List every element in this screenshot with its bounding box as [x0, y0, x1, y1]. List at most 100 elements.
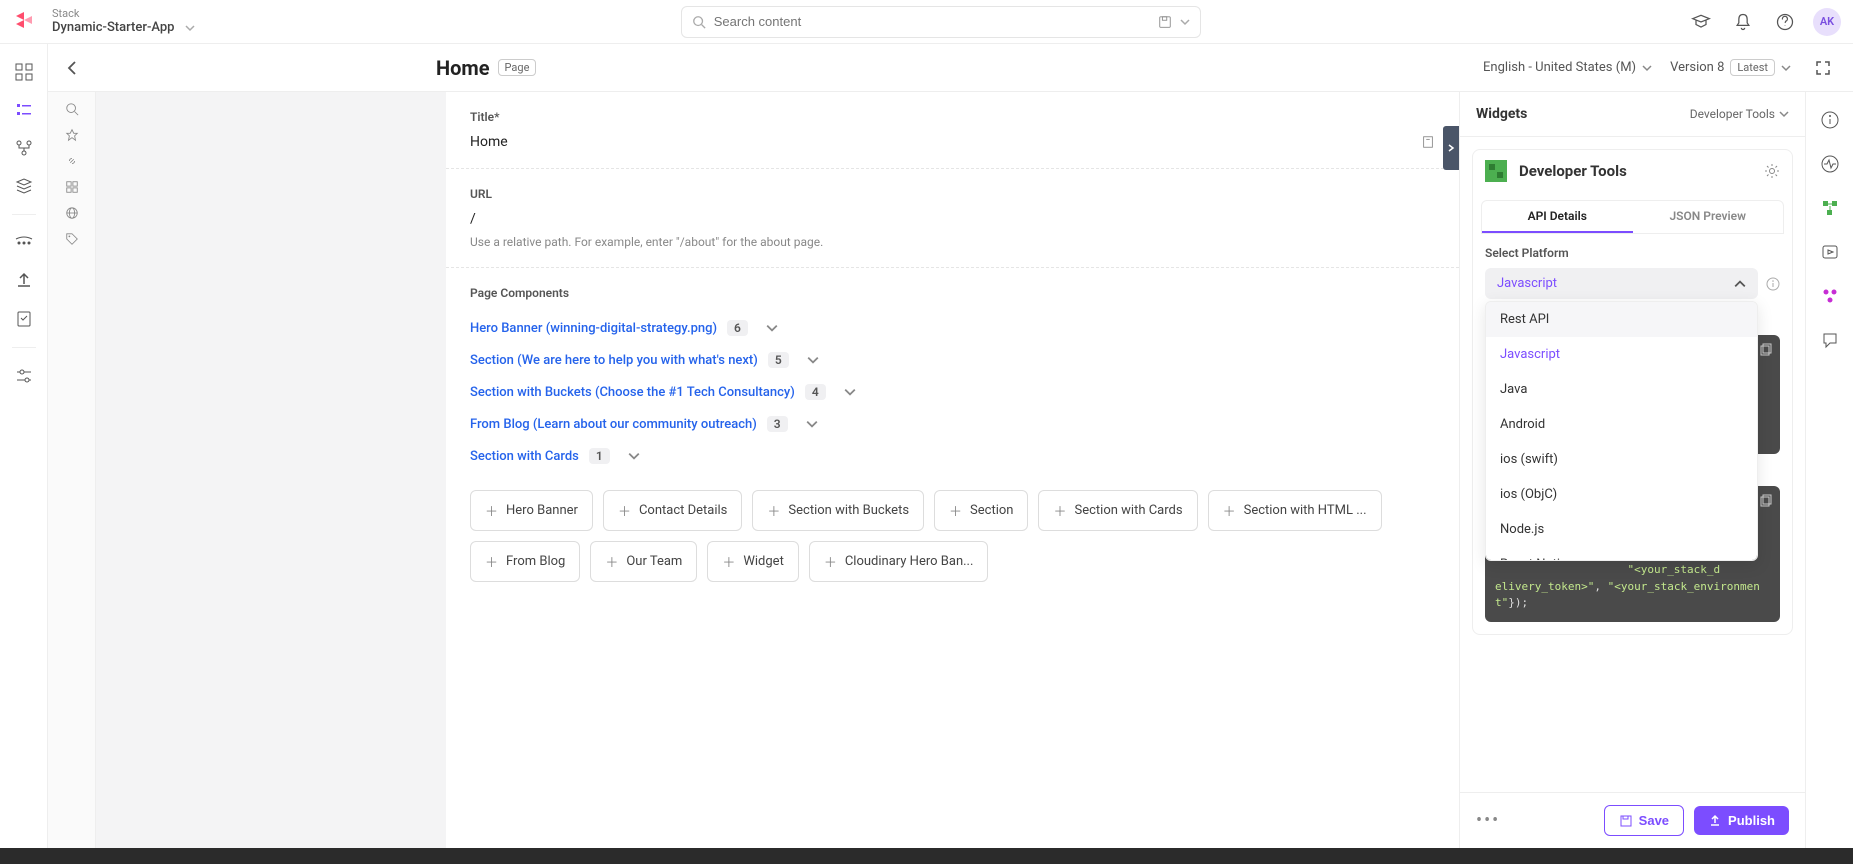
avatar[interactable]: AK [1813, 8, 1841, 36]
component-row[interactable]: From Blog (Learn about our community out… [470, 408, 1435, 440]
component-name[interactable]: From Blog (Learn about our community out… [470, 417, 757, 432]
info-icon[interactable] [1766, 277, 1780, 291]
nav-entries[interactable] [8, 94, 40, 126]
chevron-down-icon[interactable] [806, 418, 818, 430]
version-selector[interactable]: Version 8 Latest [1670, 59, 1791, 76]
extensions-icon[interactable] [1814, 280, 1846, 312]
platform-label: Select Platform [1485, 246, 1780, 260]
platform-option[interactable]: Rest API [1486, 302, 1757, 337]
platform-dropdown: Rest APIJavascriptJavaAndroidios (swift)… [1485, 301, 1758, 561]
component-row[interactable]: Section with Cards 1 [470, 440, 1435, 472]
nav-tasks[interactable] [8, 303, 40, 335]
publish-icon [1708, 814, 1722, 828]
add-component-button[interactable]: ＋Cloudinary Hero Ban... [809, 541, 989, 582]
widget-selector[interactable]: Developer Tools [1690, 107, 1789, 121]
link-icon[interactable] [65, 154, 79, 168]
component-row[interactable]: Hero Banner (winning-digital-strategy.pn… [470, 312, 1435, 344]
add-button-label: Hero Banner [506, 503, 578, 518]
more-actions[interactable]: ••• [1476, 810, 1500, 831]
platform-option[interactable]: ios (ObjC) [1486, 477, 1757, 512]
platform-select[interactable]: Javascript Rest APIJavascriptJavaAndroid… [1485, 268, 1758, 299]
help-icon[interactable] [1771, 8, 1799, 36]
back-button[interactable] [64, 59, 82, 77]
add-component-button[interactable]: ＋Section with Buckets [752, 490, 924, 531]
platform-option[interactable]: React Native [1486, 547, 1757, 561]
add-button-label: Contact Details [639, 503, 727, 518]
learn-icon[interactable] [1687, 8, 1715, 36]
platform-option[interactable]: ios (swift) [1486, 442, 1757, 477]
platform-option[interactable]: Java [1486, 372, 1757, 407]
url-field-value[interactable]: / [470, 211, 1435, 227]
add-component-button[interactable]: ＋Our Team [590, 541, 697, 582]
nav-settings[interactable] [8, 360, 40, 392]
copy-icon[interactable] [1758, 343, 1772, 357]
platform-option[interactable]: Javascript [1486, 337, 1757, 372]
platform-option[interactable]: Node.js [1486, 512, 1757, 547]
comments-icon[interactable] [1814, 324, 1846, 356]
field-action-icon[interactable] [1421, 135, 1435, 149]
copy-icon[interactable] [1758, 494, 1772, 508]
component-row[interactable]: Section (We are here to help you with wh… [470, 344, 1435, 376]
add-component-button[interactable]: ＋Section with Cards [1038, 490, 1197, 531]
component-row[interactable]: Section with Buckets (Choose the #1 Tech… [470, 376, 1435, 408]
search-input[interactable] [714, 14, 1150, 29]
preview-icon[interactable] [1814, 236, 1846, 268]
widget-panel: Widgets Developer Tools Developer Tools [1459, 92, 1805, 848]
nav-branches[interactable] [8, 132, 40, 164]
grid-icon[interactable] [65, 180, 79, 194]
tab-api-details[interactable]: API Details [1482, 201, 1633, 233]
plus-icon: ＋ [722, 552, 735, 571]
fullscreen-icon[interactable] [1809, 54, 1837, 82]
chevron-down-icon [1781, 63, 1791, 73]
bell-icon[interactable] [1729, 8, 1757, 36]
disk-icon[interactable] [1158, 15, 1172, 29]
component-name[interactable]: Hero Banner (winning-digital-strategy.pn… [470, 321, 717, 336]
activity-icon[interactable] [1814, 148, 1846, 180]
add-component-button[interactable]: ＋Contact Details [603, 490, 742, 531]
chevron-down-icon[interactable] [766, 322, 778, 334]
publish-button[interactable]: Publish [1694, 806, 1789, 835]
add-component-button[interactable]: ＋Hero Banner [470, 490, 593, 531]
chevron-down-icon [1779, 109, 1789, 119]
plus-icon: ＋ [605, 552, 618, 571]
component-name[interactable]: Section with Cards [470, 449, 579, 464]
globe-icon[interactable] [65, 206, 79, 220]
title-field-label: Title* [470, 110, 1435, 124]
add-button-label: Section with Cards [1075, 503, 1183, 518]
save-icon [1619, 814, 1633, 828]
save-button[interactable]: Save [1604, 805, 1684, 836]
add-component-button[interactable]: ＋Section [934, 490, 1028, 531]
nav-releases[interactable] [8, 227, 40, 259]
search-icon[interactable] [65, 102, 79, 116]
add-component-button[interactable]: ＋From Blog [470, 541, 580, 582]
locale-selector[interactable]: English - United States (M) [1483, 60, 1652, 75]
nav-stack[interactable] [8, 170, 40, 202]
platform-option[interactable]: Android [1486, 407, 1757, 442]
stack-label: Stack [52, 7, 195, 20]
collapse-panel-button[interactable] [1443, 126, 1459, 170]
search-bar[interactable] [681, 6, 1201, 38]
nav-publish[interactable] [8, 265, 40, 297]
gear-icon[interactable] [1764, 163, 1780, 179]
component-name[interactable]: Section with Buckets (Choose the #1 Tech… [470, 385, 795, 400]
component-name[interactable]: Section (We are here to help you with wh… [470, 353, 758, 368]
bottom-bar [0, 848, 1853, 864]
tab-json-preview[interactable]: JSON Preview [1633, 201, 1784, 233]
stack-selector[interactable]: Stack Dynamic-Starter-App [52, 7, 195, 36]
star-icon[interactable] [65, 128, 79, 142]
component-count: 6 [727, 320, 748, 336]
chevron-down-icon[interactable] [628, 450, 640, 462]
tag-icon[interactable] [65, 232, 79, 246]
url-field-label: URL [470, 187, 1435, 201]
add-component-button[interactable]: ＋Section with HTML ... [1208, 490, 1382, 531]
info-panel-icon[interactable] [1814, 104, 1846, 136]
add-component-button[interactable]: ＋Widget [707, 541, 799, 582]
workflow-icon[interactable] [1814, 192, 1846, 224]
chevron-down-icon[interactable] [844, 386, 856, 398]
nav-dashboard[interactable] [8, 56, 40, 88]
chevron-down-icon[interactable] [807, 354, 819, 366]
title-field-value[interactable]: Home [470, 134, 508, 150]
plus-icon: ＋ [949, 501, 962, 520]
chevron-down-icon [185, 23, 195, 33]
chevron-down-icon[interactable] [1180, 17, 1190, 27]
